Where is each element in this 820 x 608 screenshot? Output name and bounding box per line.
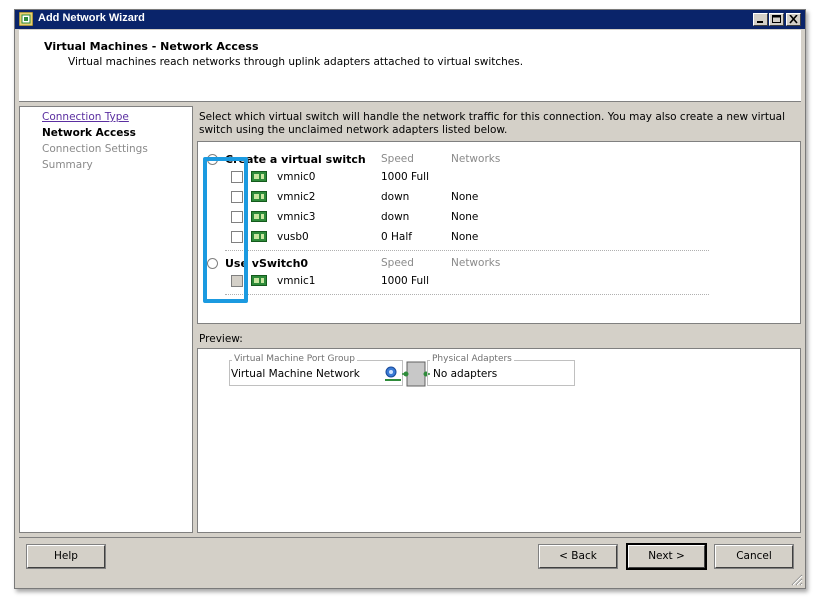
section-divider <box>225 294 709 295</box>
networks-header: Networks <box>451 153 501 165</box>
preview-label: Preview: <box>199 333 243 345</box>
port-group-name: Virtual Machine Network <box>231 368 360 380</box>
network-adapter-icon <box>251 211 267 222</box>
minimize-icon <box>757 21 763 23</box>
nav-step-summary: Summary <box>42 159 93 171</box>
window-title: Add Network Wizard <box>38 12 145 24</box>
minimize-button[interactable] <box>753 13 768 26</box>
adapter-name: vmnic3 <box>277 211 316 223</box>
help-button[interactable]: Help <box>26 544 106 569</box>
page-subtitle: Virtual machines reach networks through … <box>68 56 524 68</box>
adapter-speed: 0 Half <box>381 231 412 243</box>
wizard-steps-nav: Connection Type Network Access Connectio… <box>19 106 193 533</box>
adapter-speed: 1000 Full <box>381 171 430 183</box>
adapter-speed: 1000 Full <box>381 275 430 287</box>
adapter-name: vmnic0 <box>277 171 316 183</box>
nav-step-connection-settings: Connection Settings <box>42 143 148 155</box>
speed-header: Speed <box>381 153 414 165</box>
maximize-button[interactable] <box>769 13 784 26</box>
nav-step-network-access: Network Access <box>42 127 136 139</box>
next-button[interactable]: Next > <box>626 543 707 570</box>
nav-step-connection-type[interactable]: Connection Type <box>42 111 129 123</box>
preview-panel: Virtual Machine Port Group Virtual Machi… <box>197 348 801 533</box>
network-adapter-icon <box>251 191 267 202</box>
switch-selection-panel: Create a virtual switch Speed Networks v… <box>197 141 801 324</box>
adapter-networks: None <box>451 231 479 243</box>
physical-adapters-value: No adapters <box>433 368 498 380</box>
title-bar[interactable]: Add Network Wizard <box>15 10 805 29</box>
vm-network-icon <box>385 366 401 381</box>
resize-grip-icon[interactable] <box>790 573 803 586</box>
section-divider <box>225 250 709 251</box>
highlight-box <box>203 157 248 303</box>
close-icon <box>789 15 798 24</box>
port-group-title: Virtual Machine Port Group <box>232 354 357 364</box>
adapter-name: vmnic2 <box>277 191 316 203</box>
vswitch-icon <box>402 361 430 387</box>
wizard-window: Add Network Wizard Virtual Machines - Ne… <box>14 9 806 589</box>
page-title: Virtual Machines - Network Access <box>44 40 259 53</box>
button-row-divider <box>19 537 801 538</box>
vsphere-app-icon <box>19 12 33 26</box>
back-button[interactable]: < Back <box>538 544 618 569</box>
adapter-networks: None <box>451 191 479 203</box>
physical-adapters-title: Physical Adapters <box>430 354 514 364</box>
adapter-speed: down <box>381 191 410 203</box>
network-adapter-icon <box>251 231 267 242</box>
network-adapter-icon <box>251 275 267 286</box>
adapter-networks: None <box>451 211 479 223</box>
adapter-name: vmnic1 <box>277 275 316 287</box>
network-adapter-icon <box>251 171 267 182</box>
networks-header: Networks <box>451 257 501 269</box>
speed-header: Speed <box>381 257 414 269</box>
wizard-header: Virtual Machines - Network Access Virtua… <box>19 30 801 102</box>
adapter-speed: down <box>381 211 410 223</box>
maximize-icon <box>772 15 781 23</box>
cancel-button[interactable]: Cancel <box>714 544 794 569</box>
adapter-name: vusb0 <box>277 231 309 243</box>
close-button[interactable] <box>786 13 801 26</box>
instructions-text: Select which virtual switch will handle … <box>199 111 785 136</box>
